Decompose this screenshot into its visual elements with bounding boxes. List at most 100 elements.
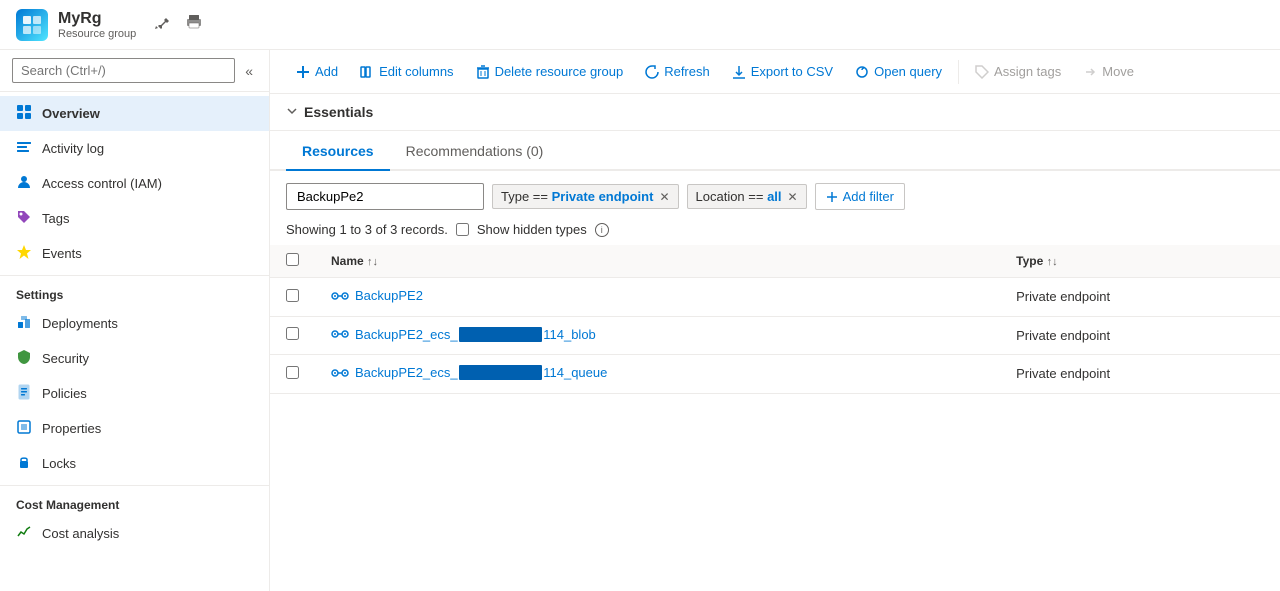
essentials-header: Essentials [270,94,1280,131]
sidebar-item-activity-log-label: Activity log [42,141,104,156]
sidebar-item-properties[interactable]: Properties [0,411,269,446]
tabs: Resources Recommendations (0) [270,131,1280,171]
row3-type-cell: Private endpoint [1000,355,1280,394]
sidebar-item-deployments[interactable]: Deployments [0,306,269,341]
overview-icon [16,104,32,123]
assign-tags-button[interactable]: Assign tags [965,58,1071,85]
activity-log-icon [16,139,32,158]
toolbar-divider [958,60,959,84]
policies-icon [16,384,32,403]
tab-resources[interactable]: Resources [286,131,390,171]
security-icon [16,349,32,368]
sidebar-item-security-label: Security [42,351,89,366]
table-row: BackupPE2 Private endpoint [270,278,1280,317]
locks-icon [16,454,32,473]
resource-title: MyRg Resource group [58,10,136,40]
row1-type-cell: Private endpoint [1000,278,1280,317]
show-hidden-label: Show hidden types [477,222,587,237]
table-row: BackupPE2_ecs_ 114_blob Private endpoint [270,316,1280,355]
sidebar-item-events[interactable]: Events [0,236,269,271]
name-column-header[interactable]: Name ↑↓ [315,245,1000,278]
toolbar: Add Edit columns Delete resource group R… [270,50,1280,94]
pin-button[interactable] [150,10,174,39]
resource-table: Name ↑↓ Type ↑↓ [270,245,1280,394]
access-control-icon [16,174,32,193]
private-endpoint-icon-2 [331,327,349,341]
cost-analysis-icon [16,524,32,543]
row2-resource-link[interactable]: BackupPE2_ecs_ 114_blob [355,327,596,342]
search-input[interactable] [12,58,235,83]
row3-checkbox[interactable] [286,366,299,379]
sidebar-item-locks-label: Locks [42,456,76,471]
type-column-header[interactable]: Type ↑↓ [1000,245,1280,278]
sidebar-item-cost-analysis-label: Cost analysis [42,526,119,541]
essentials-title: Essentials [304,104,373,120]
properties-icon [16,419,32,438]
row2-checkbox[interactable] [286,327,299,340]
sidebar-item-iam-label: Access control (IAM) [42,176,162,191]
export-csv-button[interactable]: Export to CSV [722,58,843,85]
location-filter-close[interactable]: ✕ [788,190,798,204]
records-info: Showing 1 to 3 of 3 records. Show hidden… [270,222,1280,245]
cost-section-header: Cost Management [0,485,269,516]
essentials-chevron-icon[interactable] [286,104,298,120]
sidebar-item-properties-label: Properties [42,421,101,436]
layout: « Overview [0,50,1280,591]
sidebar-item-access-control[interactable]: Access control (IAM) [0,166,269,201]
select-all-checkbox[interactable] [286,253,299,266]
show-hidden-types-checkbox[interactable] [456,223,469,236]
main-content: Add Edit columns Delete resource group R… [270,50,1280,591]
sidebar-item-policies-label: Policies [42,386,87,401]
row2-redacted [459,327,543,342]
add-filter-button[interactable]: Add filter [815,183,905,210]
table-header-row: Name ↑↓ Type ↑↓ [270,245,1280,278]
deployments-icon [16,314,32,333]
resource-type: Resource group [58,28,136,40]
sidebar-item-tags-label: Tags [42,211,69,226]
sidebar-item-overview[interactable]: Overview [0,96,269,131]
sidebar-nav: Overview Activity log [0,92,269,591]
row1-name-cell: BackupPE2 [315,278,1000,317]
sidebar-item-locks[interactable]: Locks [0,446,269,481]
table-row: BackupPE2_ecs_ 114_queue Private endpoin… [270,355,1280,394]
row3-checkbox-cell [270,355,315,394]
refresh-button[interactable]: Refresh [635,58,720,85]
sidebar-item-security[interactable]: Security [0,341,269,376]
row3-resource-link[interactable]: BackupPE2_ecs_ 114_queue [355,365,607,380]
sidebar-item-events-label: Events [42,246,82,261]
settings-section-header: Settings [0,275,269,306]
row1-checkbox-cell [270,278,315,317]
print-button[interactable] [182,10,206,39]
row2-checkbox-cell [270,316,315,355]
row1-resource-link[interactable]: BackupPE2 [355,288,423,303]
sidebar-item-policies[interactable]: Policies [0,376,269,411]
open-query-button[interactable]: Open query [845,58,952,85]
move-button[interactable]: Move [1073,58,1144,85]
sidebar-item-tags[interactable]: Tags [0,201,269,236]
private-endpoint-icon-3 [331,366,349,380]
sidebar-item-deployments-label: Deployments [42,316,118,331]
hidden-types-info-icon[interactable]: i [595,223,609,237]
sidebar-item-activity-log[interactable]: Activity log [0,131,269,166]
edit-columns-button[interactable]: Edit columns [350,58,463,85]
row1-checkbox[interactable] [286,289,299,302]
filter-bar: Type == Private endpoint ✕ Location == a… [270,171,1280,222]
tab-recommendations[interactable]: Recommendations (0) [390,131,560,171]
header-icons [150,10,206,39]
events-icon [16,244,32,263]
collapse-button[interactable]: « [241,61,257,81]
select-all-header [270,245,315,278]
add-button[interactable]: Add [286,58,348,85]
resource-name: MyRg [58,10,136,28]
sidebar-item-cost-analysis[interactable]: Cost analysis [0,516,269,551]
name-sort-icon: ↑↓ [367,256,378,268]
sidebar-search-container: « [0,50,269,92]
row3-redacted [459,365,543,380]
delete-rg-button[interactable]: Delete resource group [466,58,634,85]
app-icon [16,9,48,41]
tags-icon [16,209,32,228]
type-sort-icon: ↑↓ [1047,256,1058,268]
search-filter-input[interactable] [286,183,484,210]
type-filter-close[interactable]: ✕ [659,190,669,204]
row2-name-cell: BackupPE2_ecs_ 114_blob [315,316,1000,355]
